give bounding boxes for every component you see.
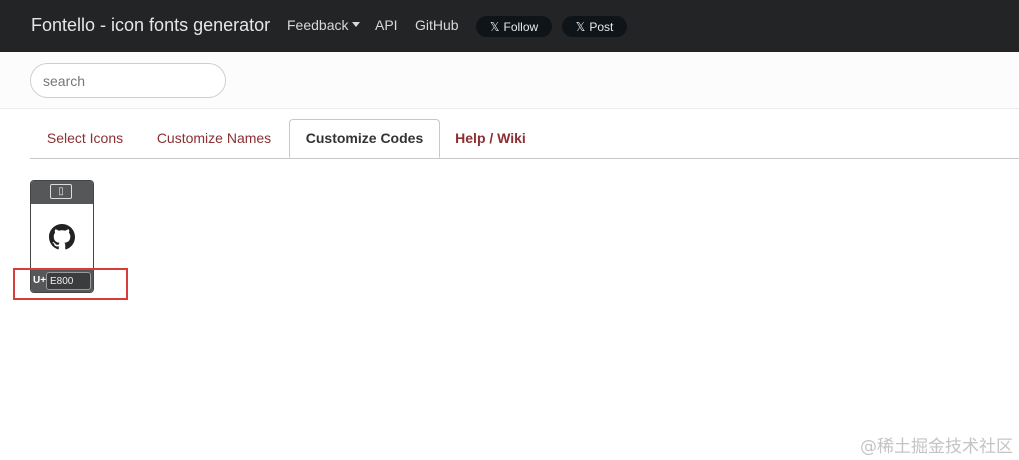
follow-label: Follow <box>503 19 539 34</box>
brand-title[interactable]: Fontello - icon fonts generator <box>31 15 270 36</box>
caret-down-icon <box>352 22 361 27</box>
x-logo-icon: 𝕏 <box>575 19 586 34</box>
github-icon <box>49 224 75 250</box>
glyph-select-button[interactable]: ▯ <box>50 184 72 199</box>
feedback-label: Feedback <box>287 17 349 33</box>
tab-bar: Select Icons Customize Names Customize C… <box>30 119 1019 159</box>
tab-help-wiki[interactable]: Help / Wiki <box>451 119 530 157</box>
top-navbar: Fontello - icon fonts generator Feedback… <box>0 0 1019 52</box>
watermark: @稀土掘金技术社区 <box>860 437 1013 457</box>
x-logo-icon: 𝕏 <box>489 19 500 34</box>
search-bar <box>0 52 1019 109</box>
tab-customize-codes[interactable]: Customize Codes <box>289 119 440 158</box>
glyph-toolbar: ▯ <box>31 181 93 204</box>
annotation-highlight-box <box>13 268 128 300</box>
tab-customize-names[interactable]: Customize Names <box>148 119 280 157</box>
x-follow-button[interactable]: 𝕏 Follow <box>476 16 552 37</box>
tab-select-icons[interactable]: Select Icons <box>30 119 140 157</box>
api-link[interactable]: API <box>375 17 398 33</box>
feedback-menu[interactable]: Feedback <box>287 17 361 33</box>
github-link[interactable]: GitHub <box>415 17 459 33</box>
x-post-button[interactable]: 𝕏 Post <box>562 16 627 37</box>
post-label: Post <box>589 19 614 34</box>
search-input[interactable] <box>30 63 226 98</box>
